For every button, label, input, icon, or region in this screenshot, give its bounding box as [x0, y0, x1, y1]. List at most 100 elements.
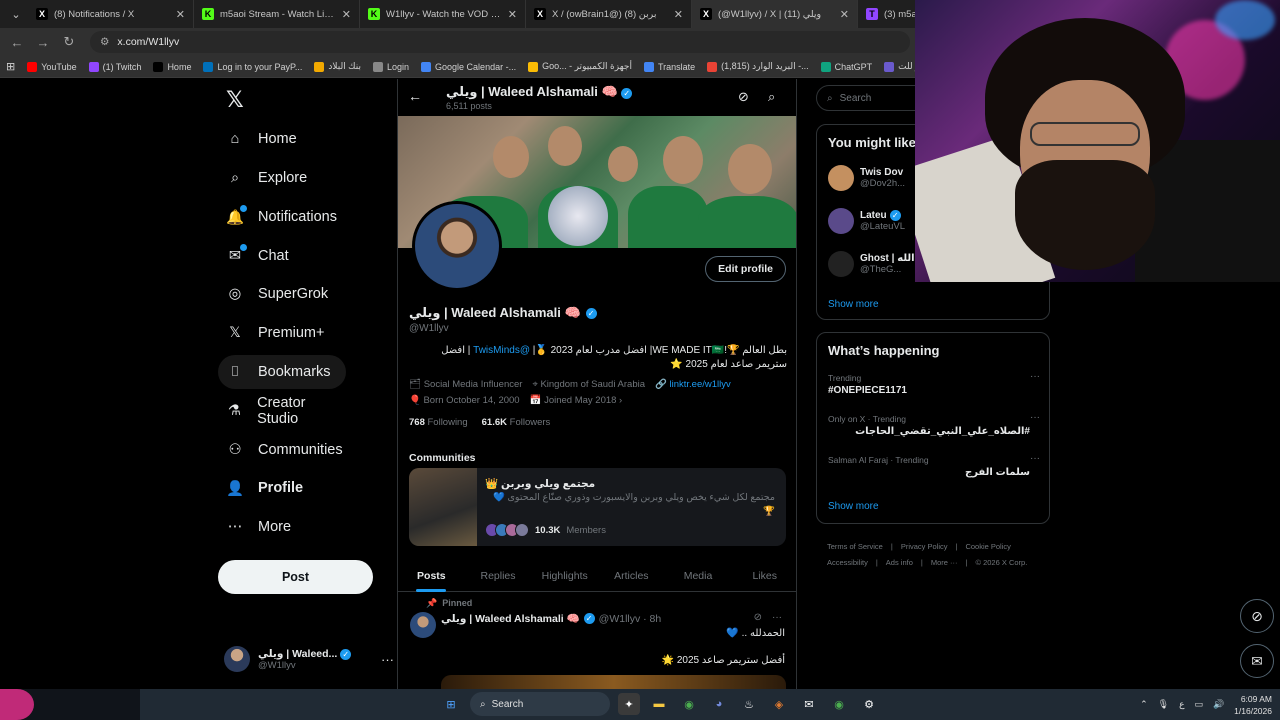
more-dots-icon[interactable]: ··· — [772, 612, 782, 623]
close-icon[interactable]: ✕ — [674, 8, 683, 21]
footer-link[interactable]: Privacy Policy — [901, 542, 948, 551]
bookmark-item[interactable]: (1) Twitch — [88, 61, 141, 72]
bookmark-item[interactable]: Goo... - أجهزة الكمبيوتر — [528, 61, 632, 72]
bookmark-item[interactable]: بنك البلاد — [314, 61, 361, 72]
tab-likes[interactable]: Likes — [731, 560, 796, 591]
site-info-icon[interactable]: ⚙ — [100, 36, 109, 48]
edit-profile-button[interactable]: Edit profile — [705, 256, 786, 282]
browser-tab[interactable]: X X / (owBrain1@) بربن (8) ✕ — [526, 0, 692, 28]
file-explorer-icon[interactable]: ▬ — [648, 693, 670, 715]
chevron-up-icon[interactable]: ⌃ — [1140, 699, 1148, 710]
footer-link[interactable]: © 2026 X Corp. — [975, 558, 1027, 567]
chrome-icon[interactable]: ◉ — [828, 693, 850, 715]
grok-icon[interactable]: ⊘ — [754, 612, 762, 623]
taskbar-search[interactable]: ⌕ Search — [470, 692, 610, 716]
search-icon[interactable]: ⌕ — [768, 89, 775, 105]
nav-item-creator-studio[interactable]: ⚗ Creator Studio — [218, 394, 346, 428]
post-button[interactable]: Post — [218, 560, 373, 594]
nav-item-profile[interactable]: 👤 Profile — [218, 471, 346, 505]
nav-item-communities[interactable]: ⚇ Communities — [218, 433, 346, 467]
bookmark-item[interactable]: YouTube — [27, 61, 77, 72]
joined-date[interactable]: 📅 Joined May 2018 › — [530, 395, 623, 406]
browser-tab[interactable]: X (@W1llyv) / X | ويلي (11) ✕ — [692, 0, 858, 28]
grok-float-button[interactable]: ⊘ — [1240, 599, 1274, 633]
bookmark-item[interactable]: Login — [373, 61, 409, 72]
trend-item[interactable]: Salman Al Faraj · Trending سلمات الفرج ··· — [828, 453, 1040, 478]
suggested-user[interactable]: Twis Dov @Dov2h... — [828, 165, 905, 191]
post-avatar[interactable] — [410, 612, 436, 638]
tab-highlights[interactable]: Highlights — [531, 560, 598, 591]
messages-float-button[interactable]: ✉ — [1240, 644, 1274, 678]
account-switcher[interactable]: ويلي | Waleed... ✓ @W1llyv ··· — [224, 641, 394, 677]
nav-item-chat[interactable]: ✉ Chat — [218, 239, 346, 273]
trend-item[interactable]: Only on X · Trending #الصلاه_علي_النبي_تق… — [828, 412, 1040, 437]
bookmark-item[interactable]: Google Calendar -... — [421, 61, 516, 72]
tab-media[interactable]: Media — [665, 560, 732, 591]
clock[interactable]: 6:09 AM 1/16/2026 — [1234, 693, 1272, 717]
nav-item-explore[interactable]: ⌕ Explore — [218, 161, 346, 195]
nav-item-home[interactable]: ⌂ Home — [218, 122, 346, 156]
tab-articles[interactable]: Articles — [598, 560, 665, 591]
footer-link[interactable]: Accessibility — [827, 558, 868, 567]
profile-avatar[interactable] — [412, 201, 502, 291]
app-icon[interactable]: ✉ — [798, 693, 820, 715]
start-icon[interactable]: ⊞ — [440, 693, 462, 715]
back-arrow-icon[interactable]: ← — [408, 88, 422, 104]
apps-icon[interactable]: ⊞ — [6, 60, 15, 73]
bookmark-item[interactable]: Log in to your PayP... — [203, 61, 302, 72]
volume-icon[interactable]: 🔊 — [1213, 699, 1224, 710]
microphone-icon[interactable]: 🎙 — [1158, 699, 1169, 710]
suggested-user[interactable]: Lateu ✓ @LateuVL — [828, 208, 905, 234]
close-icon[interactable]: ✕ — [840, 8, 849, 21]
show-more-link[interactable]: Show more — [828, 299, 879, 310]
back-button[interactable]: ← — [6, 31, 28, 53]
close-icon[interactable]: ✕ — [176, 8, 185, 21]
bio-mention-link[interactable]: @TwisMinds — [473, 345, 530, 356]
discord-icon[interactable]: ◕ — [708, 693, 730, 715]
bookmark-item[interactable]: البريد الوارد (1,815) -... — [707, 61, 809, 72]
app-icon[interactable]: ◈ — [768, 693, 790, 715]
reload-button[interactable]: ↻ — [58, 31, 80, 53]
trend-item[interactable]: Trending #ONEPIECE1171 ··· — [828, 371, 1040, 396]
nav-item-bookmarks[interactable]: ⌷ Bookmarks — [218, 355, 346, 389]
settings-icon[interactable]: ⚙ — [858, 693, 880, 715]
app-icon[interactable]: ✦ — [618, 693, 640, 715]
footer-link[interactable]: Ads info — [886, 558, 913, 567]
more-dots-icon[interactable]: ··· — [1030, 453, 1040, 464]
close-icon[interactable]: ✕ — [508, 8, 517, 21]
forward-button[interactable]: → — [32, 31, 54, 53]
footer-link[interactable]: Terms of Service — [827, 542, 883, 551]
footer-link[interactable]: More ··· — [931, 558, 958, 567]
nav-item-more[interactable]: ⋯ More — [218, 510, 346, 544]
following-link[interactable]: 768 Following — [409, 417, 468, 428]
nav-item-notifications[interactable]: 🔔 Notifications — [218, 200, 346, 234]
more-dots-icon[interactable]: ··· — [1030, 412, 1040, 423]
nav-item-supergrok[interactable]: ◎ SuperGrok — [218, 277, 346, 311]
bookmark-item[interactable]: Home — [153, 61, 191, 72]
close-icon[interactable]: ✕ — [342, 8, 351, 21]
browser-tab[interactable]: K W1llyv - Watch the VOD on Kick ✕ — [360, 0, 526, 28]
more-dots-icon[interactable]: ··· — [381, 652, 394, 667]
bookmark-item[interactable]: ChatGPT — [820, 61, 872, 72]
chrome-icon[interactable]: ◉ — [678, 693, 700, 715]
grok-icon[interactable]: ⊘ — [738, 89, 749, 105]
post-media[interactable] — [441, 675, 786, 689]
followers-link[interactable]: 61.6K Followers — [482, 417, 551, 428]
widgets-button[interactable] — [0, 689, 140, 720]
language-indicator[interactable]: ع — [1179, 699, 1184, 710]
bookmark-item[interactable]: Translate — [643, 61, 695, 72]
footer-link[interactable]: Cookie Policy — [965, 542, 1010, 551]
network-icon[interactable]: ▭ — [1194, 699, 1203, 710]
more-dots-icon[interactable]: ··· — [1030, 371, 1040, 382]
tab-search-button[interactable]: ⌄ — [4, 4, 28, 24]
browser-tab[interactable]: Km5aoi Stream - Watch Live on Kick ✕ — [194, 0, 360, 28]
suggested-user[interactable]: Ghost | بدالله @TheG... — [828, 251, 924, 277]
tab-posts[interactable]: Posts — [398, 560, 465, 592]
show-more-link[interactable]: Show more — [828, 501, 879, 512]
profile-link[interactable]: 🔗 linktr.ee/w1llyv — [655, 379, 731, 390]
address-bar[interactable]: ⚙ x.com/W1llyv — [90, 31, 910, 53]
tab-replies[interactable]: Replies — [465, 560, 532, 591]
community-card[interactable]: مجتمع ويلي وبربن 👑 مجتمع لكل شيء يخص ويل… — [409, 468, 786, 546]
nav-item-premium[interactable]: 𝕏 Premium+ — [218, 316, 346, 350]
app-icon[interactable]: ♨ — [738, 693, 760, 715]
